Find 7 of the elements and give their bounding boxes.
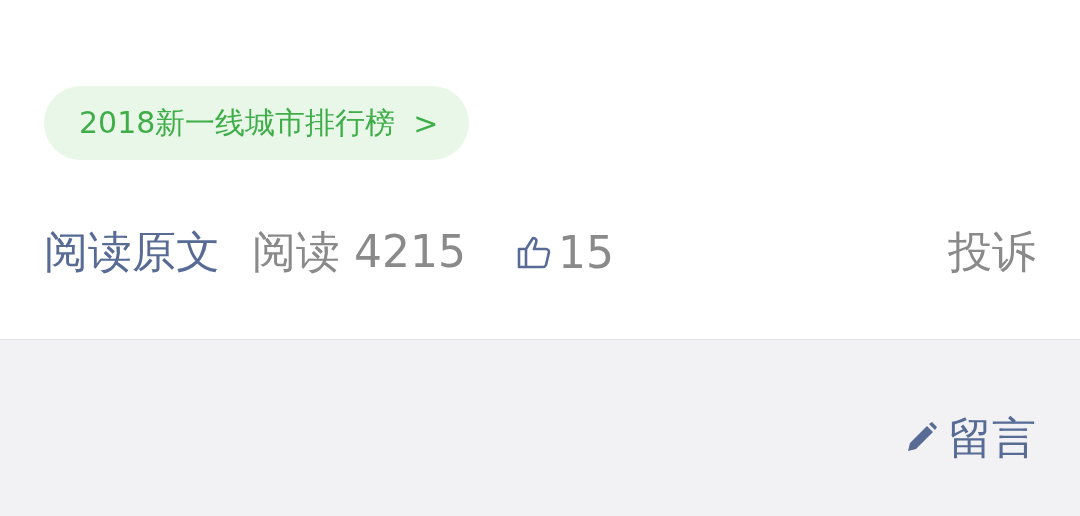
report-link[interactable]: 投诉 [948,222,1036,282]
topic-tag[interactable]: 2018新一线城市排行榜 > [44,86,469,160]
comment-button[interactable]: 留言 [904,410,1036,466]
read-count: 阅读 4215 [252,224,466,279]
read-original-link[interactable]: 阅读原文 [44,222,220,282]
thumbs-up-icon [515,235,552,269]
like-button[interactable]: 15 [515,226,614,278]
